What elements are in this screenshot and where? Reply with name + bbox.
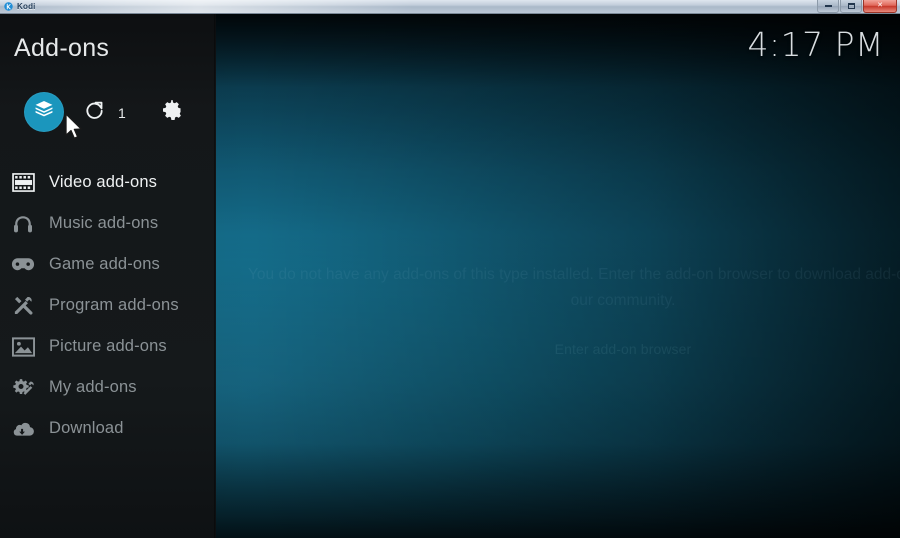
maximize-button[interactable] [840, 0, 862, 13]
sidebar-menu: Video add-ons Music add-ons Game add-ons… [0, 162, 216, 449]
sidebar-item-label: My add-ons [49, 378, 137, 396]
kodi-logo-icon [4, 2, 13, 11]
film-strip-icon [8, 169, 38, 197]
sidebar-toolbar: 1 [0, 92, 216, 134]
sidebar-item-video-addons[interactable]: Video add-ons [0, 162, 216, 203]
sidebar-item-music-addons[interactable]: Music add-ons [0, 203, 216, 244]
window-controls: ✕ [816, 0, 897, 14]
refresh-circle-arrow-icon [84, 100, 105, 126]
headphones-icon [8, 210, 38, 238]
picture-image-icon [8, 333, 38, 361]
cloud-download-icon [8, 415, 38, 443]
addon-browser-button[interactable] [24, 92, 64, 132]
package-box-icon [33, 99, 55, 126]
gear-wrench-icon [8, 374, 38, 402]
settings-button[interactable] [160, 98, 184, 127]
minimize-icon [824, 4, 832, 7]
updates-count: 1 [118, 105, 126, 121]
maximize-icon [847, 2, 855, 9]
sidebar-item-my-addons[interactable]: My add-ons [0, 367, 216, 408]
minimize-button[interactable] [817, 0, 839, 13]
sidebar: Add-ons 1 Video add-ons Music add-ons Ga… [0, 14, 216, 538]
sidebar-item-label: Music add-ons [49, 214, 159, 232]
sidebar-item-game-addons[interactable]: Game add-ons [0, 244, 216, 285]
sidebar-item-label: Download [49, 419, 124, 437]
crossed-tools-icon [8, 292, 38, 320]
close-button[interactable]: ✕ [863, 0, 897, 13]
kodi-content: You do not have any add-ons of this type… [0, 14, 900, 538]
sidebar-item-picture-addons[interactable]: Picture add-ons [0, 326, 216, 367]
window-title: Kodi [17, 1, 36, 11]
sidebar-item-label: Game add-ons [49, 255, 160, 273]
kodi-window: Kodi ✕ You do not have any add-ons of th… [0, 0, 900, 538]
sidebar-item-label: Program add-ons [49, 296, 179, 314]
gamepad-icon [8, 251, 38, 279]
check-updates-button[interactable]: 1 [84, 100, 126, 126]
window-titlebar: Kodi ✕ [0, 0, 900, 14]
sidebar-item-label: Video add-ons [49, 173, 158, 191]
page-title: Add-ons [14, 34, 110, 62]
close-icon: ✕ [877, 1, 883, 9]
gear-icon [160, 98, 184, 127]
clock: 4:17 PM [747, 25, 884, 64]
sidebar-item-download[interactable]: Download [0, 408, 216, 449]
sidebar-item-program-addons[interactable]: Program add-ons [0, 285, 216, 326]
sidebar-item-label: Picture add-ons [49, 337, 167, 355]
